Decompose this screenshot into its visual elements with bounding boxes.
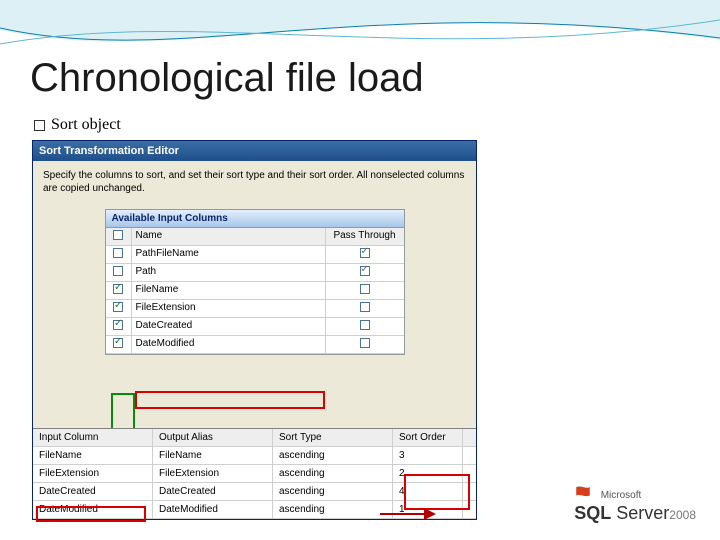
passthrough-checkbox[interactable] — [360, 266, 370, 276]
passthrough-checkbox[interactable] — [360, 320, 370, 330]
sort-editor-window: Sort Transformation Editor Specify the c… — [32, 140, 477, 520]
column-row: DateCreated — [106, 318, 404, 336]
passthrough-checkbox[interactable] — [360, 338, 370, 348]
grid-row[interactable]: FileNameFileNameascending3 — [33, 447, 476, 465]
grid-h-input: Input Column — [33, 429, 153, 446]
row-name[interactable]: FileName — [132, 282, 326, 299]
cell-alias[interactable]: DateModified — [153, 501, 273, 518]
grid-row[interactable]: DateCreatedDateCreatedascending4 — [33, 483, 476, 501]
row-checkbox[interactable] — [113, 320, 123, 330]
column-row: DateModified — [106, 336, 404, 354]
grid-h-order: Sort Order — [393, 429, 463, 446]
column-row: Path — [106, 264, 404, 282]
editor-description: Specify the columns to sort, and set the… — [33, 161, 476, 203]
cell-type[interactable]: ascending — [273, 501, 393, 518]
bullet-sort-object: Sort object — [34, 116, 121, 134]
cell-order[interactable]: 3 — [393, 447, 463, 464]
column-row: FileExtension — [106, 300, 404, 318]
row-checkbox[interactable] — [113, 266, 123, 276]
grid-header-row: Input Column Output Alias Sort Type Sort… — [33, 429, 476, 447]
row-name[interactable]: FileExtension — [132, 300, 326, 317]
cell-order[interactable]: 2 — [393, 465, 463, 482]
sort-grid: Input Column Output Alias Sort Type Sort… — [33, 428, 476, 519]
row-name[interactable]: Path — [132, 264, 326, 281]
logo-product-b: Server — [616, 503, 669, 523]
cell-alias[interactable]: DateCreated — [153, 483, 273, 500]
window-title-text: Sort Transformation Editor — [39, 145, 179, 157]
cell-input[interactable]: FileName — [33, 447, 153, 464]
cell-alias[interactable]: FileName — [153, 447, 273, 464]
passthrough-checkbox[interactable] — [360, 302, 370, 312]
sql-server-flag-icon — [574, 485, 592, 503]
cell-type[interactable]: ascending — [273, 465, 393, 482]
cell-type[interactable]: ascending — [273, 447, 393, 464]
row-checkbox[interactable] — [113, 302, 123, 312]
cell-input[interactable]: DateCreated — [33, 483, 153, 500]
row-checkbox[interactable] — [113, 248, 123, 258]
window-titlebar[interactable]: Sort Transformation Editor — [33, 141, 476, 161]
passthrough-checkbox[interactable] — [360, 248, 370, 258]
cell-alias[interactable]: FileExtension — [153, 465, 273, 482]
row-checkbox[interactable] — [113, 284, 123, 294]
highlight-filename-row — [135, 391, 325, 409]
slide-title: Chronological file load — [30, 56, 424, 101]
row-name[interactable]: DateCreated — [132, 318, 326, 335]
column-row: PathFileName — [106, 246, 404, 264]
grid-h-type: Sort Type — [273, 429, 393, 446]
sql-server-logo: Microsoft SQL Server2008 — [574, 485, 696, 524]
column-row: FileName — [106, 282, 404, 300]
bullet-box-icon — [34, 120, 45, 131]
available-columns-header: Available Input Columns — [106, 210, 404, 228]
passthrough-checkbox[interactable] — [360, 284, 370, 294]
cell-type[interactable]: ascending — [273, 483, 393, 500]
grid-row[interactable]: DateModifiedDateModifiedascending1 — [33, 501, 476, 519]
cell-order[interactable]: 4 — [393, 483, 463, 500]
col-header-passthrough: Pass Through — [326, 228, 404, 245]
cell-input[interactable]: DateModified — [33, 501, 153, 518]
logo-product-a: SQL — [574, 503, 611, 523]
cell-input[interactable]: FileExtension — [33, 465, 153, 482]
col-header-name: Name — [132, 228, 326, 245]
cell-order[interactable]: 1 — [393, 501, 463, 518]
row-name[interactable]: PathFileName — [132, 246, 326, 263]
row-name[interactable]: DateModified — [132, 336, 326, 353]
row-checkbox[interactable] — [113, 338, 123, 348]
available-columns-panel: Available Input Columns Name Pass Throug… — [105, 209, 405, 355]
grid-row[interactable]: FileExtensionFileExtensionascending2 — [33, 465, 476, 483]
logo-year: 2008 — [669, 508, 696, 522]
columns-header-row: Name Pass Through — [106, 228, 404, 246]
bullet-text: Sort object — [51, 116, 121, 133]
grid-h-alias: Output Alias — [153, 429, 273, 446]
select-all-checkbox[interactable] — [113, 230, 123, 240]
logo-vendor: Microsoft — [601, 490, 642, 501]
